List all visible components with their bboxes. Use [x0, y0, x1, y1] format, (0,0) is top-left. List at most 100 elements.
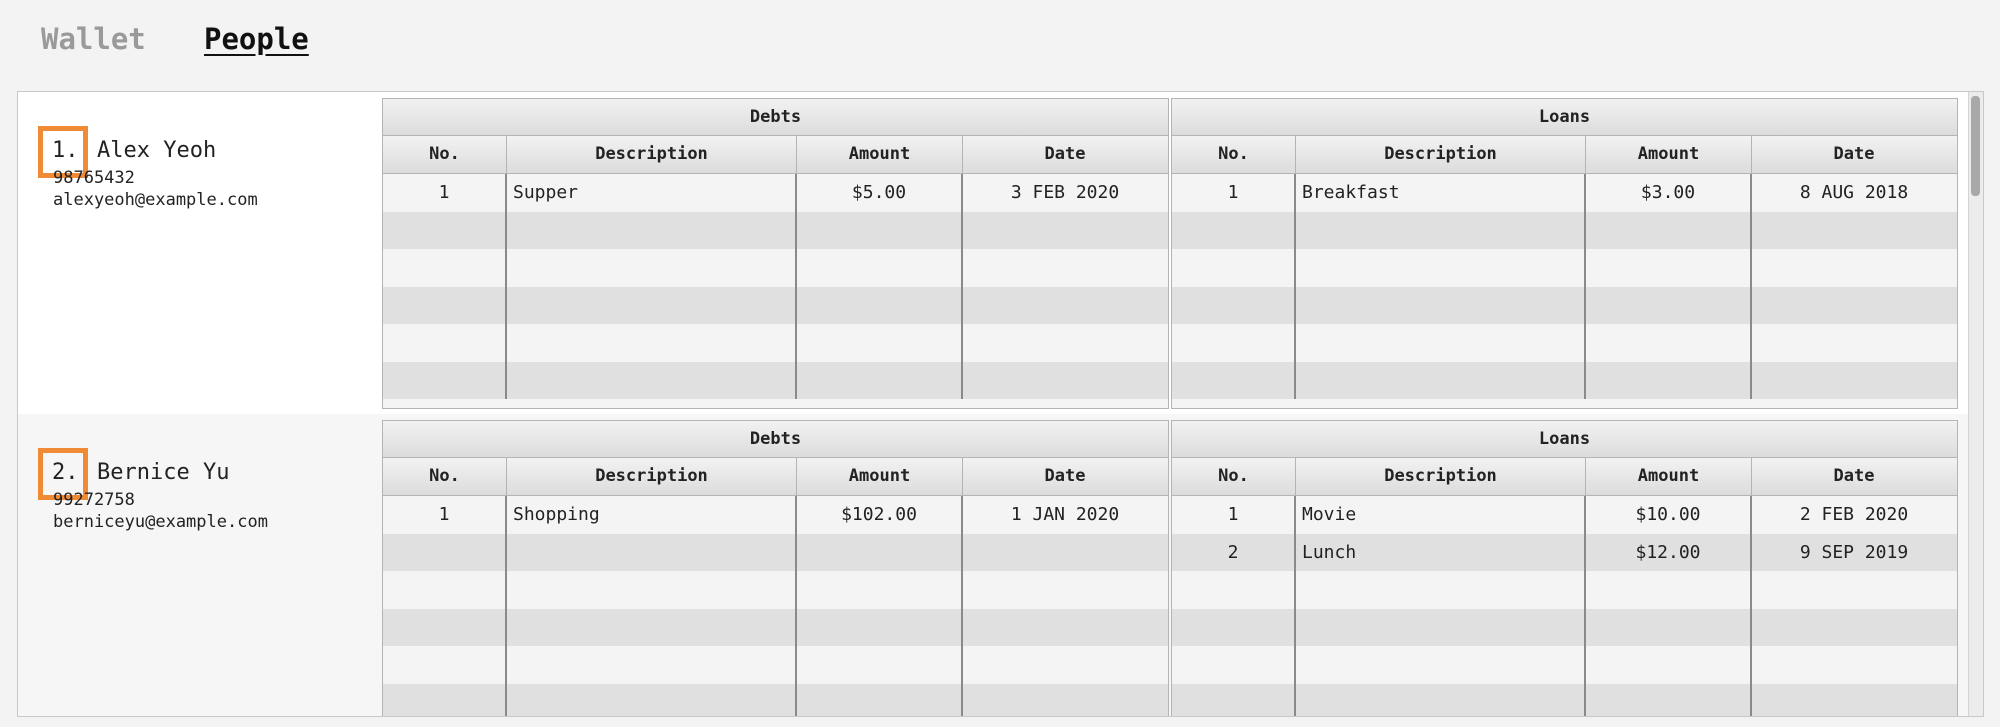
table-row[interactable] — [1172, 571, 1957, 609]
table-row[interactable]: 1 Breakfast $3.00 8 AUG 2018 — [1172, 174, 1957, 212]
cell-amount: $10.00 — [1586, 496, 1752, 534]
cell-no — [1172, 324, 1296, 362]
table-row[interactable] — [1172, 646, 1957, 684]
cell-date — [963, 571, 1167, 609]
cell-description: Lunch — [1296, 533, 1586, 571]
cell-description — [507, 324, 797, 362]
cell-date: 1 JAN 2020 — [1010, 504, 1120, 525]
cell-date: 8 AUG 2018 — [1799, 182, 1909, 203]
table-row[interactable] — [383, 286, 1168, 325]
tab-wallet[interactable]: Wallet — [41, 22, 146, 56]
cell-amount — [797, 608, 963, 646]
cell-description — [507, 361, 797, 399]
person-name: Bernice Yu — [97, 460, 230, 485]
cell-date — [963, 249, 1167, 287]
cell-no — [1172, 683, 1296, 716]
column-header-date[interactable]: Date — [1752, 458, 1956, 495]
table-row[interactable] — [383, 646, 1168, 684]
cell-amount — [797, 286, 963, 324]
person-list[interactable]: 1. Alex Yeoh 98765432 alexyeoh@example.com D… — [17, 91, 1984, 717]
column-header-no[interactable]: No. — [383, 458, 507, 495]
person-name: Alex Yeoh — [97, 138, 217, 163]
cell-date — [963, 287, 1167, 325]
column-header-amount[interactable]: Amount — [1586, 136, 1752, 173]
cell-no — [383, 533, 507, 571]
column-header-description[interactable]: Description — [1296, 136, 1586, 173]
column-header-date[interactable]: Date — [963, 458, 1167, 495]
person-card[interactable]: 2. Bernice Yu 99272758 berniceyu@example.co… — [18, 414, 1968, 716]
person-phone: 99272758 — [53, 490, 135, 510]
cell-date — [1752, 324, 1956, 362]
table-header: No. Description Amount Date — [383, 136, 1168, 174]
table-row[interactable] — [383, 571, 1168, 609]
vertical-scrollbar[interactable] — [1968, 92, 1983, 716]
table-row[interactable] — [1172, 361, 1957, 399]
cell-amount — [797, 361, 963, 399]
cell-description — [507, 683, 797, 716]
debts-table[interactable]: Debts No. Description Amount Date 1 Supper $5.0… — [382, 98, 1169, 409]
cell-amount: $3.00 — [1586, 174, 1752, 212]
table-row[interactable] — [383, 608, 1168, 647]
table-row[interactable] — [1172, 211, 1957, 249]
table-header: No. Description Amount Date — [1172, 458, 1957, 496]
table-row[interactable] — [383, 249, 1168, 287]
column-header-description[interactable]: Description — [507, 458, 797, 495]
table-row[interactable] — [1172, 608, 1957, 647]
cell-date — [963, 324, 1167, 362]
cell-no: 1 — [383, 496, 507, 534]
person-index: 1. — [52, 138, 79, 163]
column-header-no[interactable]: No. — [1172, 136, 1296, 173]
scrollbar-thumb[interactable] — [1971, 96, 1980, 196]
table-row[interactable] — [383, 361, 1168, 399]
column-header-amount[interactable]: Amount — [797, 136, 963, 173]
loans-table[interactable]: Loans No. Description Amount Date 1 Movie $10.0… — [1171, 420, 1958, 716]
column-header-amount[interactable]: Amount — [797, 458, 963, 495]
table-row[interactable]: 2 Lunch $12.00 9 SEP 2019 — [1172, 533, 1957, 571]
tab-bar: Wallet People — [0, 0, 2000, 80]
cell-amount — [797, 683, 963, 716]
cell-description: Shopping — [507, 496, 797, 534]
cell-date — [1752, 609, 1956, 647]
table-row[interactable]: 1 Movie $10.00 2 FEB 2020 — [1172, 496, 1957, 534]
table-row[interactable] — [1172, 324, 1957, 362]
table-row[interactable]: 1 Supper $5.00 3 FEB 2020 — [383, 174, 1168, 212]
table-row[interactable] — [1172, 683, 1957, 716]
cell-date — [1752, 249, 1956, 287]
table-row[interactable] — [383, 683, 1168, 716]
cell-no — [1172, 249, 1296, 287]
column-header-description[interactable]: Description — [1296, 458, 1586, 495]
table-row[interactable]: 1 Shopping $102.00 1 JAN 2020 — [383, 496, 1168, 534]
column-header-date[interactable]: Date — [1752, 136, 1956, 173]
cell-no — [383, 646, 507, 684]
cell-amount — [797, 571, 963, 609]
cell-date — [1752, 287, 1956, 325]
table-row[interactable] — [383, 324, 1168, 362]
cell-description — [507, 608, 797, 646]
debts-table[interactable]: Debts No. Description Amount Date 1 Shopping $1… — [382, 420, 1169, 716]
column-header-date[interactable]: Date — [963, 136, 1167, 173]
table-row[interactable] — [1172, 286, 1957, 325]
cell-amount — [797, 533, 963, 571]
cell-description — [1296, 249, 1586, 287]
table-row[interactable] — [383, 533, 1168, 571]
cell-amount — [797, 646, 963, 684]
cell-description — [1296, 683, 1586, 716]
cell-description: Supper — [507, 174, 797, 212]
cell-description — [1296, 571, 1586, 609]
loans-table-title: Loans — [1172, 99, 1957, 136]
column-header-no[interactable]: No. — [383, 136, 507, 173]
loans-table[interactable]: Loans No. Description Amount Date 1 Breakfast $… — [1171, 98, 1958, 409]
person-phone: 98765432 — [53, 168, 135, 188]
cell-description — [1296, 646, 1586, 684]
person-card[interactable]: 1. Alex Yeoh 98765432 alexyeoh@example.com D… — [18, 92, 1968, 414]
loans-table-title: Loans — [1172, 421, 1957, 458]
column-header-no[interactable]: No. — [1172, 458, 1296, 495]
table-row[interactable] — [383, 211, 1168, 249]
cell-no — [383, 286, 507, 324]
cell-amount: $102.00 — [797, 496, 963, 534]
column-header-amount[interactable]: Amount — [1586, 458, 1752, 495]
table-row[interactable] — [1172, 249, 1957, 287]
cell-date — [963, 609, 1167, 647]
tab-people[interactable]: People — [204, 22, 309, 56]
column-header-description[interactable]: Description — [507, 136, 797, 173]
